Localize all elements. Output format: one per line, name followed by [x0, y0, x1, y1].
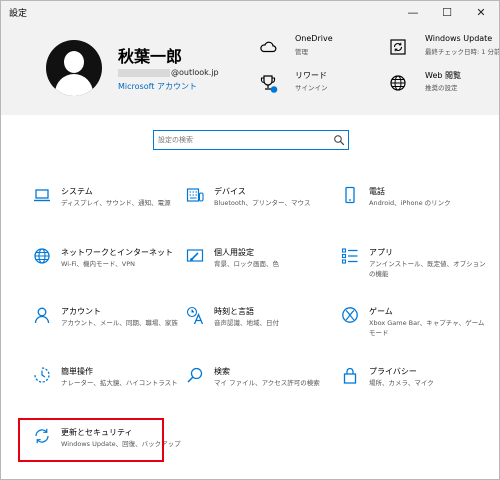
tile-system-title: システム: [61, 187, 93, 196]
time-language-icon: [186, 306, 204, 325]
tile-system-desc: ディスプレイ、サウンド、通知、電源: [61, 199, 171, 207]
tile-phone[interactable]: 電話 Android、iPhone のリンク: [341, 186, 496, 234]
tile-devices[interactable]: デバイス Bluetooth、プリンター、マウス: [186, 186, 341, 234]
tile-privacy-desc: 場所、カメラ、マイク: [369, 379, 434, 387]
user-name: 秋葉一郎: [118, 47, 183, 66]
tile-phone-title: 電話: [369, 187, 385, 196]
user-email: @outlook.jp: [118, 68, 219, 77]
settings-window: 設定 — ☐ ✕ 秋葉一郎 @outlook.jp Microsoft アカウン…: [0, 0, 500, 480]
tile-time-language-title: 時刻と言語: [214, 307, 254, 316]
laptop-icon: [33, 186, 51, 204]
lock-icon: [341, 366, 359, 384]
apps-list-icon: [341, 247, 359, 265]
tile-time-language[interactable]: 時刻と言語 音声認識、地域、日付: [186, 306, 341, 354]
account-header: 秋葉一郎 @outlook.jp Microsoft アカウント OneDriv…: [1, 23, 499, 115]
tile-privacy[interactable]: プライバシー 場所、カメラ、マイク: [341, 366, 496, 414]
settings-search[interactable]: [153, 130, 349, 150]
tile-time-language-desc: 音声認識、地域、日付: [214, 319, 279, 327]
tile-network[interactable]: ネットワークとインターネット Wi-Fi、機内モード、VPN: [33, 247, 188, 295]
tile-accounts-desc: アカウント、メール、同期、職場、家族: [61, 319, 178, 327]
windows-update-icon: [389, 38, 407, 56]
tile-search-desc: マイ ファイル、アクセス許可の検索: [214, 379, 320, 387]
tile-personalization[interactable]: 個人用設定 背景、ロック画面、色: [186, 247, 341, 295]
tile-ease-of-access-desc: ナレーター、拡大鏡、ハイコントラスト: [61, 379, 178, 387]
magnifier-icon: [186, 366, 204, 384]
person-icon: [33, 306, 51, 324]
email-redaction: [118, 68, 170, 77]
trophy-icon: [259, 74, 278, 93]
tile-apps-title: アプリ: [369, 248, 393, 257]
title-bar: 設定 — ☐ ✕: [1, 1, 499, 23]
search-input[interactable]: [158, 133, 328, 147]
highlight-frame: [18, 418, 164, 462]
tile-phone-desc: Android、iPhone のリンク: [369, 199, 451, 207]
avatar: [46, 40, 102, 96]
tile-personalization-desc: 背景、ロック画面、色: [214, 260, 279, 268]
quick-onedrive-title: OneDrive: [295, 34, 333, 43]
tile-apps-desc: アンインストール、既定値、オプションの機能: [369, 260, 486, 278]
tile-network-title: ネットワークとインターネット: [61, 248, 173, 257]
tile-gaming-title: ゲーム: [369, 307, 393, 316]
avatar-head: [64, 51, 84, 73]
quick-onedrive-sub: 管理: [295, 48, 308, 56]
quick-windows-update[interactable]: Windows Update 最終チェック日時: 1 分前: [389, 34, 500, 64]
globe-icon: [389, 74, 407, 92]
email-suffix: @outlook.jp: [171, 68, 219, 77]
globe-network-icon: [33, 247, 51, 265]
quick-web-browsing-title: Web 閲覧: [425, 71, 461, 80]
tile-accounts[interactable]: アカウント アカウント、メール、同期、職場、家族: [33, 306, 188, 354]
tile-apps[interactable]: アプリ アンインストール、既定値、オプションの機能: [341, 247, 496, 295]
maximize-button[interactable]: ☐: [431, 1, 463, 23]
tile-search[interactable]: 検索 マイ ファイル、アクセス許可の検索: [186, 366, 341, 414]
paintbrush-icon: [186, 247, 204, 265]
quick-windows-update-title: Windows Update: [425, 34, 493, 43]
tile-system[interactable]: システム ディスプレイ、サウンド、通知、電源: [33, 186, 188, 234]
ease-of-access-icon: [33, 366, 51, 384]
keyboard-icon: [186, 186, 204, 204]
tile-accounts-title: アカウント: [61, 307, 101, 316]
tile-ease-of-access-title: 簡単操作: [61, 367, 93, 376]
minimize-button[interactable]: —: [397, 1, 429, 23]
xbox-icon: [341, 306, 359, 324]
phone-icon: [341, 186, 359, 204]
tile-search-title: 検索: [214, 367, 230, 376]
quick-windows-update-sub: 最終チェック日時: 1 分前: [425, 48, 500, 56]
quick-web-browsing-sub: 推奨の設定: [425, 84, 458, 92]
quick-rewards-sub: サインイン: [295, 84, 328, 92]
quick-web-browsing[interactable]: Web 閲覧 推奨の設定: [389, 70, 497, 100]
avatar-body: [55, 74, 93, 96]
tile-gaming-desc: Xbox Game Bar、キャプチャ、ゲームモード: [369, 319, 485, 337]
tile-gaming[interactable]: ゲーム Xbox Game Bar、キャプチャ、ゲームモード: [341, 306, 496, 354]
cloud-icon: [259, 38, 277, 56]
quick-rewards[interactable]: リワード サインイン: [259, 70, 369, 100]
microsoft-account-link[interactable]: Microsoft アカウント: [118, 81, 197, 92]
quick-rewards-title: リワード: [295, 71, 327, 80]
search-icon[interactable]: [333, 134, 345, 146]
tile-devices-desc: Bluetooth、プリンター、マウス: [214, 199, 311, 207]
window-title: 設定: [9, 9, 28, 19]
tile-network-desc: Wi-Fi、機内モード、VPN: [61, 260, 135, 268]
tile-ease-of-access[interactable]: 簡単操作 ナレーター、拡大鏡、ハイコントラスト: [33, 366, 188, 414]
tile-devices-title: デバイス: [214, 187, 246, 196]
tile-personalization-title: 個人用設定: [214, 248, 254, 257]
close-button[interactable]: ✕: [465, 1, 497, 23]
tile-privacy-title: プライバシー: [369, 367, 417, 376]
quick-onedrive[interactable]: OneDrive 管理: [259, 34, 369, 64]
